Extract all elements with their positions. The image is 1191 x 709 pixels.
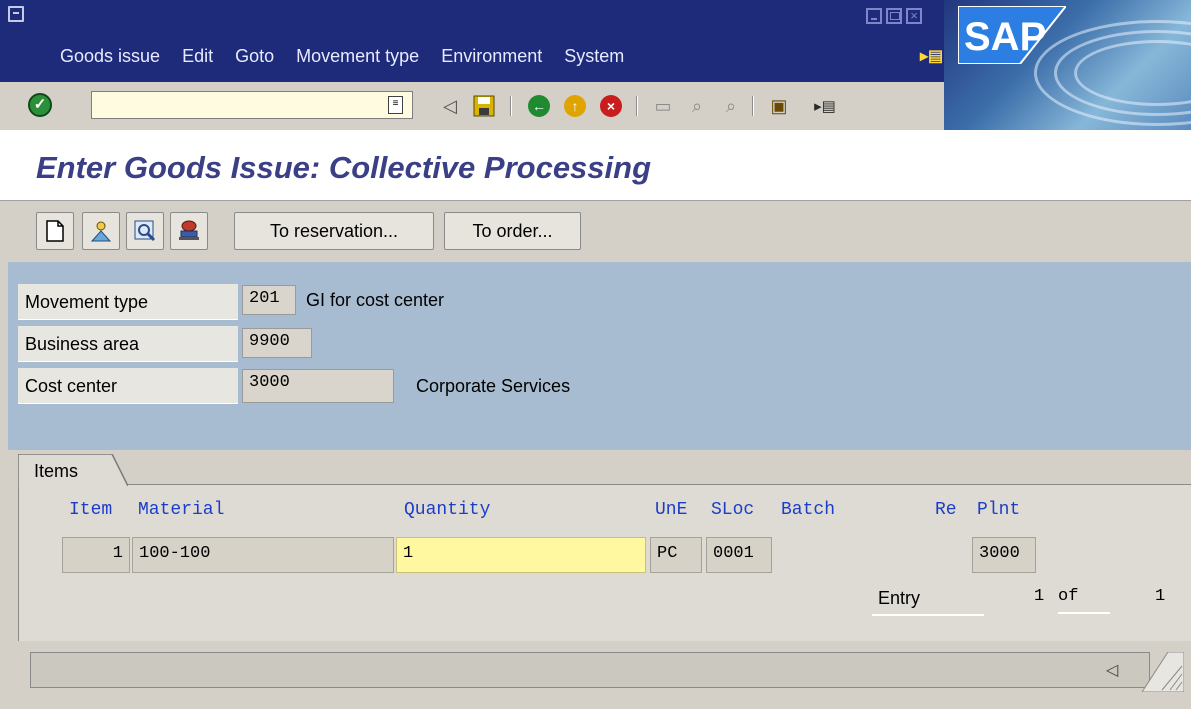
svg-text:SAP: SAP (964, 15, 1046, 59)
new-item-button[interactable] (36, 212, 74, 250)
menu-environment[interactable]: Environment (441, 46, 542, 67)
detail-icon (134, 220, 156, 242)
business-area-field[interactable]: 9900 (242, 328, 312, 358)
maximize-icon[interactable] (886, 8, 902, 24)
detail-button[interactable] (126, 212, 164, 250)
sap-logo: SAP (958, 6, 1066, 64)
to-reservation-button[interactable]: To reservation... (234, 212, 434, 250)
customize-layout-icon[interactable]: ▸▤ (920, 46, 943, 66)
column-header-re[interactable]: Re (935, 500, 957, 520)
person-icon (90, 221, 112, 242)
quantity-field[interactable]: 1 (396, 537, 646, 573)
close-icon[interactable]: × (906, 8, 922, 24)
column-header-quantity[interactable]: Quantity (404, 500, 490, 520)
column-header-material[interactable]: Material (138, 500, 224, 520)
enter-icon[interactable]: ✓ (28, 93, 52, 117)
cost-center-label: Cost center (18, 368, 238, 404)
generate-shortcut-icon[interactable]: ▸▤ (812, 93, 838, 119)
movement-type-field[interactable]: 201 (242, 285, 296, 315)
person-button[interactable] (82, 212, 120, 250)
back-nav-icon[interactable]: ← (526, 93, 552, 119)
material-field[interactable]: 100-100 (132, 537, 394, 573)
page-title: Enter Goods Issue: Collective Processing (36, 150, 652, 185)
movement-type-label: Movement type (18, 284, 238, 320)
stamp-icon (179, 220, 199, 240)
entry-total: 1 (1155, 587, 1166, 606)
exit-icon[interactable]: ↑ (562, 93, 588, 119)
column-header-une[interactable]: UnE (655, 500, 687, 520)
command-field[interactable] (91, 91, 413, 119)
menu-movement-type[interactable]: Movement type (296, 46, 419, 67)
sloc-field[interactable]: 0001 (706, 537, 772, 573)
menu-edit[interactable]: Edit (182, 46, 213, 67)
cancel-icon[interactable]: × (598, 93, 624, 119)
unit-field[interactable]: PC (650, 537, 702, 573)
window-controls: × (866, 8, 922, 24)
create-session-icon[interactable]: ▣ (766, 93, 792, 119)
sap-window: Goods issue Edit Goto Movement type Envi… (0, 0, 1191, 709)
find-next-icon[interactable]: ⌕ (718, 93, 744, 119)
stamp-button[interactable] (170, 212, 208, 250)
menu-items: Goods issue Edit Goto Movement type Envi… (60, 46, 646, 67)
standard-toolbar: ✓ ≡ ◁ ← ↑ × ▭ ⌕ ⌕ ▣ ▸▤ (0, 82, 944, 131)
entry-of: of (1058, 587, 1110, 614)
save-icon[interactable] (471, 93, 497, 119)
column-header-sloc[interactable]: SLoc (711, 500, 754, 520)
back-icon[interactable]: ◁ (437, 93, 463, 119)
cost-center-text: Corporate Services (416, 376, 571, 396)
resize-grip-icon[interactable] (1142, 652, 1184, 692)
entry-current: 1 (1034, 587, 1045, 606)
system-menu-icon[interactable] (8, 6, 24, 22)
minimize-icon[interactable] (866, 8, 882, 24)
menu-system[interactable]: System (564, 46, 624, 67)
status-bar (30, 652, 1150, 688)
plant-field[interactable]: 3000 (972, 537, 1036, 573)
to-order-button[interactable]: To order... (444, 212, 581, 250)
column-header-item[interactable]: Item (69, 500, 112, 520)
entry-label: Entry (872, 580, 984, 616)
column-header-plnt[interactable]: Plnt (977, 500, 1020, 520)
item-number-cell: 1 (62, 537, 130, 573)
movement-type-text: GI for cost center (306, 290, 445, 310)
items-tab-label: Items (34, 461, 79, 481)
column-header-batch[interactable]: Batch (781, 500, 835, 520)
new-item-icon (46, 220, 64, 242)
business-area-label: Business area (18, 326, 238, 362)
print-icon[interactable]: ▭ (650, 93, 676, 119)
menu-goods-issue[interactable]: Goods issue (60, 46, 160, 67)
find-icon[interactable]: ⌕ (684, 93, 710, 119)
status-left-arrow-icon[interactable]: ◁ (1106, 660, 1118, 680)
menu-goto[interactable]: Goto (235, 46, 274, 67)
cost-center-field[interactable]: 3000 (242, 369, 394, 403)
command-history-icon[interactable]: ≡ (388, 96, 403, 114)
